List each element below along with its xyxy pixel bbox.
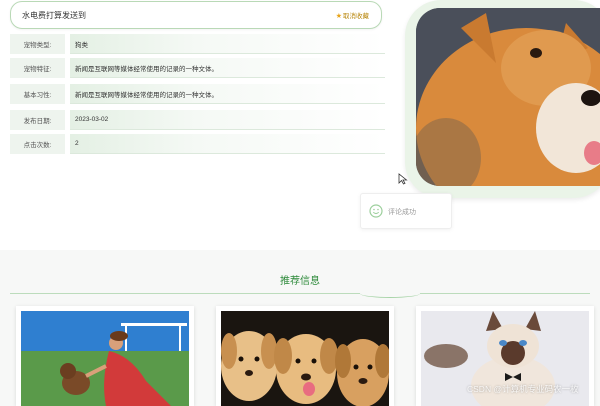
info-row-clicks: 点击次数: 2 — [10, 134, 385, 154]
comment-success-toast: 评论成功 — [360, 193, 452, 229]
info-row-habits: 基本习性: 新闻是互联网等媒体经常使用的记录的一种文体。 — [10, 84, 385, 104]
section-divider — [10, 293, 590, 294]
info-label: 基本习性: — [10, 84, 65, 104]
info-label: 点击次数: — [10, 134, 65, 154]
recommend-card[interactable] — [216, 306, 394, 406]
info-value: 狗类 — [70, 34, 385, 54]
info-value: 新闻是互联网等媒体经常使用的记录的一种文体。 — [70, 58, 385, 78]
toast-message: 评论成功 — [388, 209, 416, 216]
divider-ornament — [360, 289, 420, 298]
detail-title-bar: 水电费打算发送到 ★取消收藏 — [10, 1, 382, 29]
detail-title: 水电费打算发送到 — [22, 11, 86, 20]
recommend-card[interactable] — [16, 306, 194, 406]
info-label: 宠物类型: — [10, 34, 65, 54]
golden-puppies-image — [221, 311, 389, 406]
info-label: 宠物特征: — [10, 58, 65, 78]
pet-photo[interactable] — [416, 8, 600, 186]
info-row-date: 发布日期: 2023-03-02 — [10, 110, 385, 130]
info-row-type: 宠物类型: 狗类 — [10, 34, 385, 54]
star-icon: ★ — [335, 13, 342, 20]
info-value: 2 — [70, 134, 385, 154]
smiley-icon — [369, 204, 383, 218]
woman-with-dog-image — [21, 311, 189, 406]
info-label: 发布日期: — [10, 110, 65, 130]
recommend-title: 推荐信息 — [280, 276, 320, 287]
info-value: 2023-03-02 — [70, 110, 385, 130]
shiba-dog-image — [416, 8, 600, 186]
csdn-watermark: CSDN @计算机专业码农一枚 — [467, 384, 579, 394]
unfavorite-button[interactable]: ★取消收藏 — [336, 10, 369, 20]
info-value: 新闻是互联网等媒体经常使用的记录的一种文体。 — [70, 84, 385, 104]
unfavorite-label: 取消收藏 — [343, 13, 369, 20]
info-row-features: 宠物特征: 新闻是互联网等媒体经常使用的记录的一种文体。 — [10, 58, 385, 78]
mouse-cursor-icon — [398, 173, 408, 185]
